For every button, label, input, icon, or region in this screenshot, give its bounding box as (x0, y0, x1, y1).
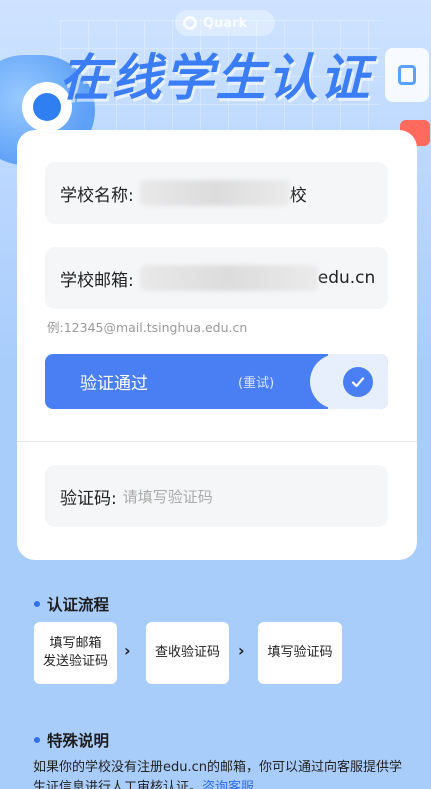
divider (17, 441, 417, 442)
school-email-field[interactable]: 学校邮箱: edu.cn (45, 247, 388, 309)
process-step-3: 填写验证码 (258, 622, 342, 684)
quark-brand-chip: Quark (175, 10, 275, 36)
special-section-title: 特殊说明 (34, 729, 109, 751)
verification-code-field[interactable]: 验证码: 请填写验证码 (45, 465, 388, 527)
verified-indicator (310, 354, 388, 409)
verify-button[interactable]: 验证通过 (重试) (45, 354, 388, 409)
school-name-field[interactable]: 学校名称: 校 (45, 162, 388, 224)
process-step-2: 查收验证码 (146, 622, 229, 684)
school-name-label: 学校名称: (60, 185, 134, 206)
chevron-right-icon: › (124, 641, 131, 660)
bullet-icon (34, 737, 40, 743)
retry-link[interactable]: (重试) (238, 372, 274, 391)
process-title-text: 认证流程 (47, 596, 110, 614)
check-icon (343, 366, 373, 397)
code-input[interactable]: 请填写验证码 (123, 486, 213, 507)
process-section-title: 认证流程 (34, 593, 109, 615)
verify-button-label: 验证通过 (80, 374, 148, 394)
quark-logo-icon (183, 16, 197, 30)
school-email-redacted (139, 265, 318, 291)
step-1-line-2: 发送验证码 (42, 654, 108, 669)
bullet-icon (34, 601, 40, 607)
chevron-right-icon: › (238, 641, 245, 660)
school-email-tail: edu.cn (317, 268, 376, 288)
page-title: 在线学生认证 (59, 49, 372, 107)
school-email-label: 学校邮箱: (60, 270, 134, 291)
email-hint: 例:12345@mail.tsinghua.edu.cn (47, 320, 248, 335)
process-step-1: 填写邮箱 发送验证码 (34, 622, 117, 684)
contact-support-link[interactable]: 咨询客服 (202, 780, 254, 789)
school-name-tail: 校 (289, 185, 307, 206)
school-name-redacted (139, 180, 290, 206)
brand-chip-label: Quark (203, 15, 248, 31)
step-2-label: 查收验证码 (154, 645, 220, 660)
step-1-line-1: 填写邮箱 (49, 636, 102, 651)
special-note: 如果你的学校没有注册edu.cn的邮箱，你可以通过向客服提供学生证信息进行人工审… (33, 758, 408, 789)
code-label: 验证码: (60, 488, 117, 509)
special-title-text: 特殊说明 (47, 732, 110, 750)
verification-form-card: 学校名称: 校 学校邮箱: edu.cn 例:12345@mail.tsingh… (17, 130, 417, 560)
step-3-label: 填写验证码 (267, 645, 333, 660)
